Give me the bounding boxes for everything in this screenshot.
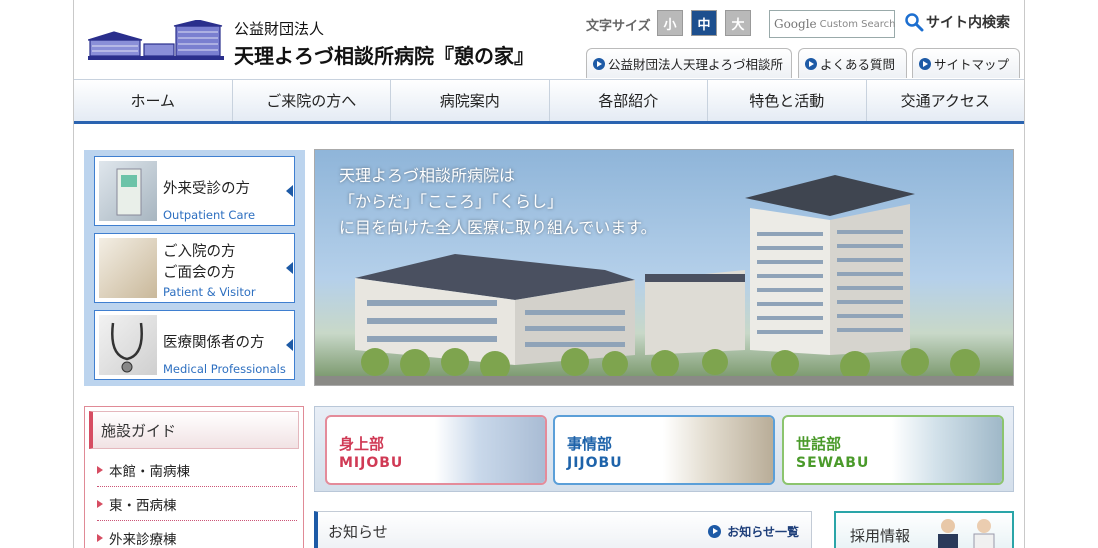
tab-sitemap-label: サイトマップ [934,57,1010,72]
font-size-small-button[interactable]: 小 [657,10,683,36]
tab-faq-label: よくある質問 [820,57,896,72]
tab-foundation-label: 公益財団法人天理よろづ相談所 [608,57,784,72]
font-size-large-button[interactable]: 大 [725,10,751,36]
recruit-banner[interactable]: 採用情報 [834,511,1014,548]
service-patient-visitor[interactable]: ご入院の方 ご面会の方 Patient & Visitor [94,233,295,303]
dept-mijobu[interactable]: 身上部 MIJOBU [325,415,547,485]
departments-panel: 身上部 MIJOBU 事情部 JIJOBU 世話部 SEWABU [314,406,1014,492]
service-medical-label: 医療関係者の方 [163,335,265,351]
page-container: 公益財団法人 天理よろづ相談所病院『憩の家』 文字サイズ 小 中 大 Googl… [73,0,1025,548]
dept-jijobu-photo [663,417,773,483]
service-panel: 外来受診の方 Outpatient Care ご入院の方 ご面会の方 Patie… [84,150,305,386]
nav-access[interactable]: 交通アクセス [867,80,1025,121]
nav-departments[interactable]: 各部紹介 [550,80,708,121]
site-search-label: サイト内検索 [926,15,1010,31]
service-visitor-label: ご面会の方 [163,265,236,281]
arrow-left-icon [286,262,293,274]
nav-home[interactable]: ホーム [74,80,233,121]
service-patient-label: ご入院の方 [163,244,236,260]
arrow-circle-icon [805,57,817,70]
stethoscope-photo [99,315,157,375]
service-outpatient-en: Outpatient Care [163,208,256,222]
dept-sewabu-en: SEWABU [796,455,870,471]
facility-guide-title: 施設ガイド [89,411,299,449]
staff-photo [938,519,995,548]
guide-item-outpatient[interactable]: 外来診療棟 [97,521,297,548]
tab-sitemap[interactable]: サイトマップ [912,48,1020,78]
news-list-label: お知らせ一覧 [727,525,799,539]
news-section: お知らせ お知らせ一覧 [314,511,812,548]
hero-text-line-2: 「からだ」「こころ」「くらし」 [339,192,564,211]
hospital-logo[interactable] [87,19,224,62]
search-icon [905,13,924,32]
nav-visitors[interactable]: ご来院の方へ [233,80,391,121]
arrow-circle-icon [919,57,931,70]
guide-item-label: 本館・南病棟 [109,463,190,480]
corporation-label: 公益財団法人 [234,20,325,38]
hero-text-line-3: に目を向けた全人医療に取り組んでいます。 [339,218,657,237]
service-medical-en: Medical Professionals [163,362,286,376]
dept-jijobu-en: JIJOBU [567,455,623,471]
hero-banner: 天理よろづ相談所病院は 「からだ」「こころ」「くらし」 に目を向けた全人医療に取… [314,149,1014,386]
outpatient-photo [99,161,157,221]
tab-foundation[interactable]: 公益財団法人天理よろづ相談所 [586,48,792,78]
dept-jijobu[interactable]: 事情部 JIJOBU [553,415,775,485]
dept-mijobu-photo [435,417,545,483]
hospital-building-logo-icon [87,19,224,62]
recruit-label: 採用情報 [850,527,911,545]
font-size-medium-button[interactable]: 中 [691,10,717,36]
guide-item-label: 外来診療棟 [109,531,177,548]
nav-hospital-info[interactable]: 病院案内 [391,80,550,121]
site-search-button[interactable]: サイト内検索 [904,12,1010,32]
news-list-link[interactable]: お知らせ一覧 [708,523,799,540]
patient-room-photo [99,238,157,298]
search-input[interactable]: Google Custom Search [769,10,896,38]
service-medical-professionals[interactable]: 医療関係者の方 Medical Professionals [94,310,295,380]
dept-jijobu-label: 事情部 [567,435,613,453]
font-size-label: 文字サイズ [586,19,651,34]
triangle-right-icon [97,499,103,508]
search-placeholder: Custom Search [819,18,896,30]
service-patient-visitor-en: Patient & Visitor [163,285,256,299]
guide-item-main-south[interactable]: 本館・南病棟 [97,453,297,487]
arrow-left-icon [286,185,293,197]
service-outpatient[interactable]: 外来受診の方 Outpatient Care [94,156,295,226]
hospital-name[interactable]: 天理よろづ相談所病院『憩の家』 [234,40,534,69]
tab-faq[interactable]: よくある質問 [798,48,907,78]
dept-mijobu-label: 身上部 [339,435,385,453]
guide-item-label: 東・西病棟 [109,497,177,514]
nav-features[interactable]: 特色と活動 [708,80,867,121]
google-logo: Google [774,17,817,31]
guide-item-east-west[interactable]: 東・西病棟 [97,487,297,521]
service-outpatient-label: 外来受診の方 [163,181,250,197]
arrow-circle-icon [708,525,722,538]
triangle-right-icon [97,533,103,542]
triangle-right-icon [97,465,103,474]
arrow-left-icon [286,339,293,351]
dept-sewabu-label: 世話部 [796,435,842,453]
news-title: お知らせ [328,523,388,541]
facility-guide: 施設ガイド 本館・南病棟 東・西病棟 外来診療棟 [84,406,304,548]
arrow-circle-icon [593,57,605,70]
dept-sewabu-photo [892,417,1002,483]
hero-text-line-1: 天理よろづ相談所病院は [339,166,516,185]
dept-sewabu[interactable]: 世話部 SEWABU [782,415,1004,485]
global-nav: ホーム ご来院の方へ 病院案内 各部紹介 特色と活動 交通アクセス [74,79,1024,124]
dept-mijobu-en: MIJOBU [339,455,404,471]
